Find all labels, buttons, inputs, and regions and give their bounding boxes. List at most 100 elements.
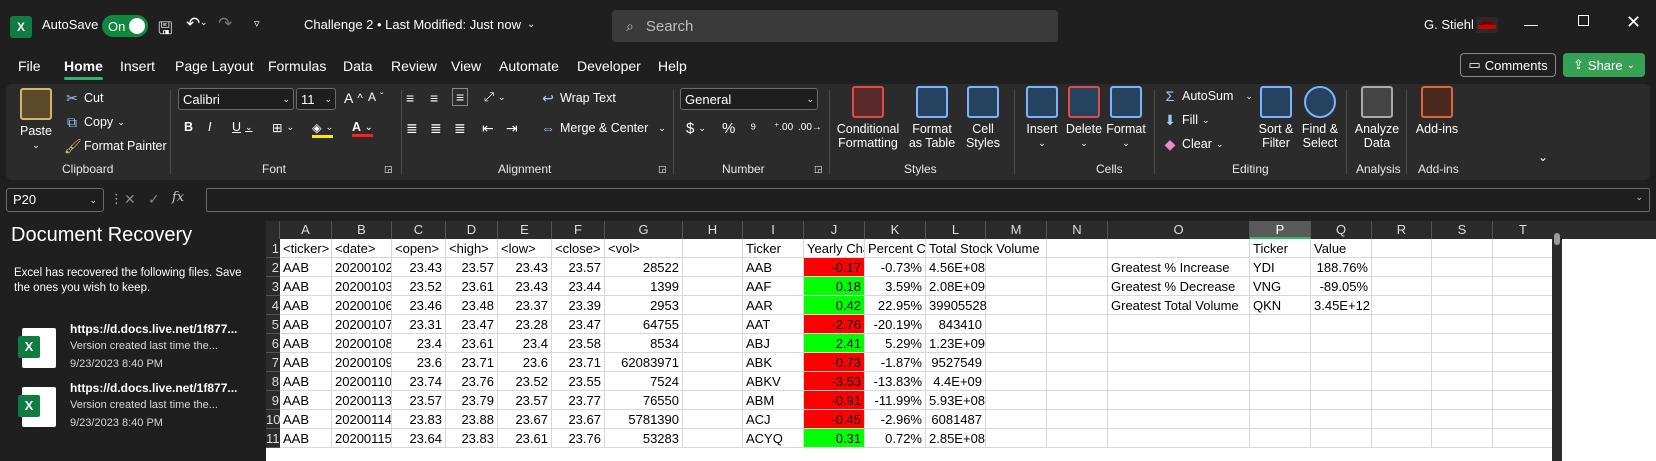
enter-icon[interactable]: ✓ xyxy=(148,191,160,208)
cell-s5[interactable] xyxy=(1432,315,1493,334)
align-top-icon[interactable]: ≡ xyxy=(406,90,414,106)
comma-icon[interactable]: ⁹ xyxy=(750,120,756,137)
cell-d9[interactable]: 23.79 xyxy=(446,391,498,410)
cell-m9[interactable] xyxy=(986,391,1047,410)
cell-o3[interactable]: Greatest % Decrease xyxy=(1108,277,1250,296)
cell-a4[interactable]: AAB xyxy=(280,296,332,315)
cell-s11[interactable] xyxy=(1432,429,1493,448)
cell-c3[interactable]: 23.52 xyxy=(392,277,446,296)
cell-f4[interactable]: 23.39 xyxy=(552,296,605,315)
cell-d1[interactable]: <high> xyxy=(446,239,498,258)
user-avatar[interactable] xyxy=(1476,17,1498,33)
find-select-button[interactable]: Find & Select xyxy=(1300,86,1340,150)
cell-q3[interactable]: -89.05% xyxy=(1311,277,1372,296)
cell-m4[interactable] xyxy=(986,296,1047,315)
cell-s7[interactable] xyxy=(1432,353,1493,372)
maximize-icon[interactable] xyxy=(1578,15,1589,26)
cell-e1[interactable]: <low> xyxy=(498,239,552,258)
tab-review[interactable]: Review xyxy=(391,58,437,74)
bold-icon[interactable]: B xyxy=(184,120,193,134)
cell-r8[interactable] xyxy=(1372,372,1432,391)
cell-i5[interactable]: AAT xyxy=(743,315,804,334)
cell-b2[interactable]: 20200102 xyxy=(332,258,392,277)
document-title[interactable]: Challenge 2 • Last Modified: Just now ⌄ xyxy=(304,17,535,32)
fill-button[interactable]: ⬇ Fill ⌄ xyxy=(1162,112,1209,128)
cell-p10[interactable] xyxy=(1250,410,1311,429)
cell-b3[interactable]: 20200103 xyxy=(332,277,392,296)
cell-r6[interactable] xyxy=(1372,334,1432,353)
orientation-icon[interactable]: ⤢ ⌄ xyxy=(484,90,506,105)
cell-q8[interactable] xyxy=(1311,372,1372,391)
cell-t10[interactable] xyxy=(1493,410,1554,429)
alignment-dialog-launcher-icon[interactable]: ◲ xyxy=(658,164,667,175)
tab-page-layout[interactable]: Page Layout xyxy=(175,58,254,74)
cell-l4[interactable]: 39905528 xyxy=(926,296,987,315)
cell-g1[interactable]: <vol> xyxy=(605,239,683,258)
cell-a10[interactable]: AAB xyxy=(280,410,332,429)
row-header[interactable]: 9 xyxy=(266,391,280,410)
cell-i3[interactable]: AAF xyxy=(743,277,804,296)
increase-indent-icon[interactable]: ⇥ xyxy=(506,120,518,137)
collapse-ribbon-icon[interactable]: ⌄ xyxy=(1538,150,1548,164)
cell-c5[interactable]: 23.31 xyxy=(392,315,446,334)
font-size-select[interactable]: 11 ⌄ xyxy=(296,88,336,110)
cell-r1[interactable] xyxy=(1372,239,1432,258)
cell-i1[interactable]: Ticker xyxy=(743,239,804,258)
cell-b10[interactable]: 20200114 xyxy=(332,410,392,429)
cell-s4[interactable] xyxy=(1432,296,1493,315)
cell-p1[interactable]: Ticker xyxy=(1250,239,1311,258)
cell-f7[interactable]: 23.71 xyxy=(552,353,605,372)
cell-f6[interactable]: 23.58 xyxy=(552,334,605,353)
cell-s3[interactable] xyxy=(1432,277,1493,296)
cell-d6[interactable]: 23.61 xyxy=(446,334,498,353)
cell-k2[interactable]: -0.73% xyxy=(865,258,926,277)
cell-j7[interactable]: -0.73 xyxy=(804,353,865,372)
cell-b6[interactable]: 20200108 xyxy=(332,334,392,353)
tab-automate[interactable]: Automate xyxy=(499,58,559,74)
cell-k5[interactable]: -20.19% xyxy=(865,315,926,334)
cell-m2[interactable] xyxy=(986,258,1047,277)
column-header-r[interactable]: R xyxy=(1372,221,1432,239)
cell-o1[interactable] xyxy=(1108,239,1250,258)
column-header-j[interactable]: J xyxy=(804,221,865,239)
cell-s6[interactable] xyxy=(1432,334,1493,353)
borders-icon[interactable]: ⊞ ⌄ xyxy=(272,120,294,135)
cell-k11[interactable]: 0.72% xyxy=(865,429,926,448)
cell-o9[interactable] xyxy=(1108,391,1250,410)
cell-o6[interactable] xyxy=(1108,334,1250,353)
cell-a1[interactable]: <ticker> xyxy=(280,239,332,258)
cell-j6[interactable]: 2.41 xyxy=(804,334,865,353)
cell-l3[interactable]: 2.08E+09 xyxy=(926,277,986,296)
cell-i10[interactable]: ACJ xyxy=(743,410,804,429)
align-bottom-icon[interactable]: ≡ xyxy=(452,88,469,106)
cell-k7[interactable]: -1.87% xyxy=(865,353,926,372)
column-header-s[interactable]: S xyxy=(1432,221,1493,239)
increase-font-icon[interactable]: A ^ xyxy=(344,90,363,106)
wrap-text-button[interactable]: ↩ Wrap Text xyxy=(540,90,616,106)
scrollbar-thumb[interactable] xyxy=(1554,233,1560,245)
cell-p5[interactable] xyxy=(1250,315,1311,334)
cell-a11[interactable]: AAB xyxy=(280,429,332,448)
number-dialog-launcher-icon[interactable]: ◲ xyxy=(814,164,823,175)
tab-help[interactable]: Help xyxy=(658,58,687,74)
cell-l5[interactable]: 843410 xyxy=(926,315,986,334)
cell-j4[interactable]: 0.42 xyxy=(804,296,865,315)
cell-p11[interactable] xyxy=(1250,429,1311,448)
font-color-icon[interactable]: A ⌄ xyxy=(352,120,373,137)
column-header-b[interactable]: B xyxy=(332,221,392,239)
cell-b7[interactable]: 20200109 xyxy=(332,353,392,372)
analyze-data-button[interactable]: Analyze Data xyxy=(1352,86,1402,150)
autosum-button[interactable]: Σ AutoSum ⌄ xyxy=(1162,88,1253,104)
cell-l7[interactable]: 9527549 xyxy=(926,353,986,372)
row-header[interactable]: 7 xyxy=(266,353,280,372)
percent-icon[interactable]: % xyxy=(722,120,735,137)
cell-c6[interactable]: 23.4 xyxy=(392,334,446,353)
cell-g8[interactable]: 7524 xyxy=(605,372,683,391)
cell-r3[interactable] xyxy=(1372,277,1432,296)
cell-t9[interactable] xyxy=(1493,391,1554,410)
cell-j1[interactable]: Yearly Cha xyxy=(804,239,865,258)
formula-input[interactable]: ⌄ xyxy=(206,188,1650,212)
row-header[interactable]: 11 xyxy=(266,429,280,448)
column-header-t[interactable]: T xyxy=(1493,221,1554,239)
paste-button[interactable]: Paste ⌄ xyxy=(20,88,52,152)
